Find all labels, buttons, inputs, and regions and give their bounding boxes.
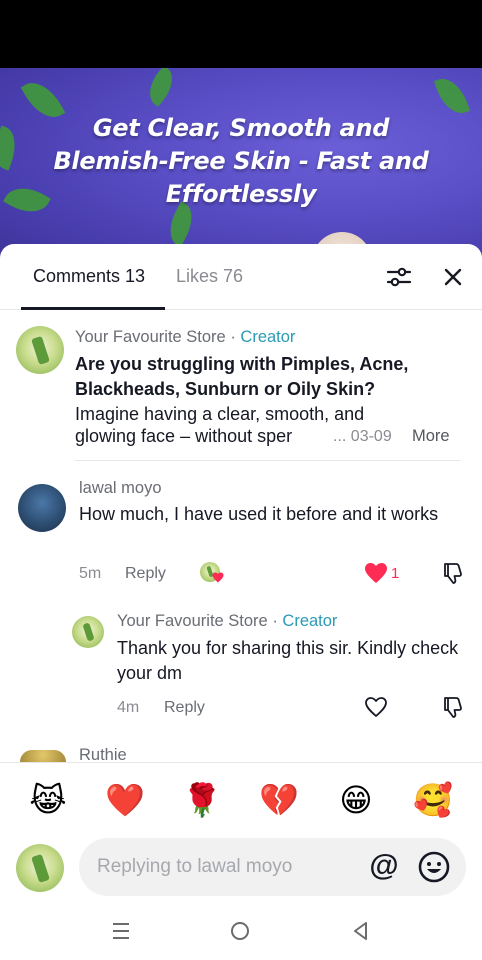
ellipsis: ... [333,428,347,445]
home-circle-icon[interactable] [229,920,251,942]
comment-author[interactable]: Your Favourite Store · Creator [75,328,295,347]
author-name: Your Favourite Store [75,328,226,346]
back-triangle-icon[interactable] [350,920,372,942]
close-icon [444,268,462,286]
mention-button[interactable]: @ [367,849,401,883]
tab-comments[interactable]: Comments 13 [33,266,145,287]
reply-button[interactable]: Reply [125,565,166,583]
reply-text: Thank you for sharing this sir. Kindly c… [117,638,459,683]
reply-button[interactable]: Reply [164,699,205,717]
heart-outline-icon[interactable] [364,696,388,718]
reply-author[interactable]: Your Favourite Store · Creator [117,612,337,631]
filter-button[interactable] [384,262,414,292]
avatar[interactable] [18,484,66,532]
author-name: Your Favourite Store [117,612,268,630]
comment-text: How much, I have used it before and it w… [79,504,439,524]
emoji-rose[interactable]: 🌹 [182,780,222,820]
creator-badge: Creator [240,328,296,346]
more-link[interactable]: More [412,427,450,446]
creator-liked-heart-icon [212,572,224,583]
emoji-bar-divider [0,762,482,763]
active-tab-indicator [21,307,165,310]
comment-headline: Are you struggling with Pimples, Acne, B… [75,354,409,399]
comment-ellipsis-date: ... 03-09 [333,428,392,446]
tab-bar: Comments 13 Likes 76 [0,244,482,310]
filter-icon [386,267,412,287]
emoji-grin[interactable]: 😁 [336,780,376,820]
avatar[interactable] [16,326,64,374]
video-preview[interactable]: Get Clear, Smooth and Blemish-Free Skin … [0,68,482,268]
dislike-icon[interactable] [441,561,465,585]
leaf-decoration [141,68,181,107]
user-avatar [16,844,64,892]
comment-input[interactable]: Replying to lawal moyo @ [79,838,466,896]
comment-body-line: glowing face – without sper [75,424,292,449]
emoji-cat-joy[interactable]: 😹 [28,780,68,820]
creator-badge: Creator [282,612,338,630]
tab-likes[interactable]: Likes 76 [176,266,243,287]
hero-headline: Get Clear, Smooth and Blemish-Free Skin … [53,114,429,208]
reply-time: 4m [117,699,140,716]
emoji-heart[interactable]: ❤️ [105,780,145,820]
emoji-broken-heart[interactable]: 💔 [259,780,299,820]
comment-body-truncated: glowing face – without sper [75,426,293,446]
avatar[interactable] [72,616,104,648]
comment-input-placeholder: Replying to lawal moyo [97,856,293,877]
avatar[interactable] [20,750,66,762]
divider [75,460,460,461]
smile-icon[interactable] [417,850,451,884]
system-nav-bar [0,900,482,960]
menu-icon[interactable] [110,920,132,942]
close-button[interactable] [438,262,468,292]
comments-sheet: Comments 13 Likes 76 Your Favourite Stor… [0,244,482,960]
dislike-icon[interactable] [441,695,465,719]
comment-author[interactable]: lawal moyo [79,479,162,498]
heart-icon[interactable] [364,562,388,584]
status-bar [0,0,482,68]
like-count: 1 [391,565,400,582]
separator: · [225,328,241,346]
comment-time: 5m [79,565,102,582]
separator: · [267,612,283,630]
emoji-smiling-hearts[interactable]: 🥰 [413,780,453,820]
comment-date: 03-09 [350,428,392,445]
